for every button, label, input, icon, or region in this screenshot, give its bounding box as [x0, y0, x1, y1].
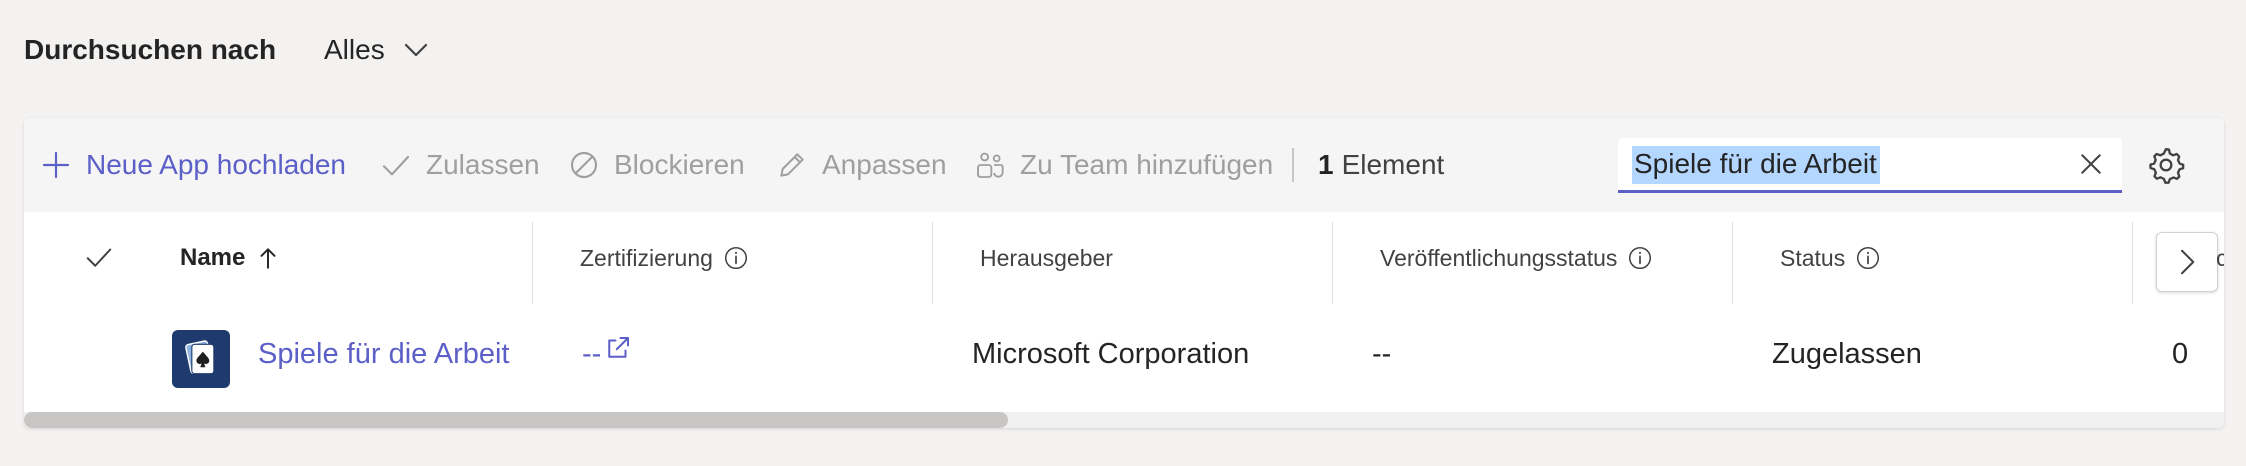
- upload-app-button[interactable]: Neue App hochladen: [40, 118, 346, 212]
- block-icon: [570, 151, 598, 179]
- people-team-icon: [977, 152, 1004, 178]
- column-status-label: Status: [1780, 244, 1846, 271]
- plus-icon: [42, 151, 70, 179]
- chevron-down-icon: [404, 43, 427, 57]
- column-separator: [2132, 222, 2133, 304]
- column-header-publishing-status[interactable]: Veröffentlichungsstatus: [1380, 212, 1653, 304]
- scroll-right-button[interactable]: [2156, 232, 2218, 292]
- column-header-cut: c: [2216, 244, 2224, 271]
- column-publishing-status-label: Veröffentlichungsstatus: [1380, 244, 1618, 271]
- app-icon: [172, 330, 230, 388]
- column-separator: [932, 222, 933, 304]
- gear-icon[interactable]: [2146, 145, 2186, 185]
- checkmark-icon: [382, 155, 410, 176]
- arrow-up-icon: [260, 248, 276, 269]
- close-icon[interactable]: [2076, 149, 2106, 179]
- block-label: Blockieren: [614, 149, 745, 180]
- item-count-number: 1: [1318, 149, 1334, 180]
- certification-value: --: [582, 337, 602, 370]
- customize-button[interactable]: Anpassen: [776, 118, 947, 212]
- column-header-name[interactable]: Name: [180, 212, 281, 304]
- publishing-status-cell: --: [1372, 337, 1392, 370]
- certification-link[interactable]: --: [582, 304, 633, 404]
- allow-label: Zulassen: [426, 149, 540, 180]
- select-all-checkmark-icon[interactable]: [84, 242, 114, 272]
- column-header-status[interactable]: Status: [1780, 212, 1881, 304]
- table-header: Name Zertifizierung Herausgeber Veröffen…: [24, 212, 2224, 305]
- customize-label: Anpassen: [822, 149, 947, 180]
- status-cell: Zugelassen: [1772, 337, 1922, 370]
- browse-filter-value: Alles: [324, 34, 385, 65]
- pencil-icon: [780, 153, 804, 177]
- search-box[interactable]: [1618, 138, 2122, 193]
- toolbar-divider: [1292, 148, 1294, 182]
- column-separator: [1332, 222, 1333, 304]
- block-button[interactable]: Blockieren: [568, 118, 745, 212]
- item-count: 1 Element: [1318, 118, 1444, 212]
- app-name-link[interactable]: Spiele für die Arbeit: [258, 304, 509, 404]
- browse-filter-dropdown[interactable]: Alles: [324, 28, 431, 72]
- browse-filter-row: Durchsuchen nach: [24, 28, 276, 72]
- add-to-team-button[interactable]: Zu Team hinzufügen: [974, 118, 1273, 212]
- column-certification-label: Zertifizierung: [580, 244, 713, 271]
- add-to-team-label: Zu Team hinzufügen: [1020, 149, 1274, 180]
- playing-cards-icon: [185, 340, 215, 375]
- search-input[interactable]: [1630, 144, 2068, 184]
- upload-app-label: Neue App hochladen: [86, 149, 346, 180]
- column-header-certification[interactable]: Zertifizierung: [580, 212, 749, 304]
- info-icon[interactable]: [723, 245, 749, 271]
- column-separator: [1732, 222, 1733, 304]
- column-header-publisher[interactable]: Herausgeber: [980, 212, 1113, 304]
- command-bar: Neue App hochladen Zulassen Blockieren A…: [24, 118, 2224, 213]
- publisher-cell: Microsoft Corporation: [972, 337, 1250, 370]
- item-count-label: Element: [1341, 149, 1445, 180]
- column-separator: [532, 222, 533, 304]
- table-row[interactable]: Spiele für die Arbeit -- Microsoft Corpo…: [24, 304, 2224, 404]
- column-publisher-label: Herausgeber: [980, 244, 1113, 271]
- last-column-cell: 0: [2172, 337, 2189, 370]
- allow-button[interactable]: Zulassen: [380, 118, 540, 212]
- info-icon[interactable]: [1855, 245, 1881, 271]
- info-icon[interactable]: [1627, 245, 1653, 271]
- chevron-right-icon: [2181, 249, 2195, 275]
- horizontal-scrollbar-thumb[interactable]: [24, 412, 1008, 428]
- apps-panel: Neue App hochladen Zulassen Blockieren A…: [24, 118, 2224, 428]
- column-name-label: Name: [180, 244, 246, 271]
- browse-by-label: Durchsuchen nach: [24, 34, 277, 65]
- external-link-icon: [608, 337, 630, 358]
